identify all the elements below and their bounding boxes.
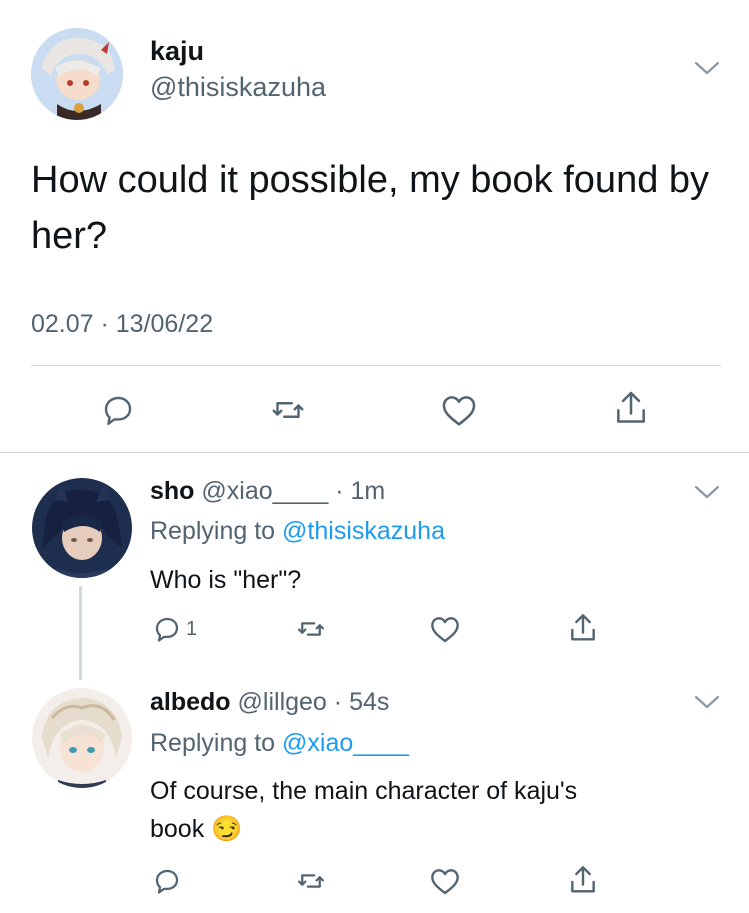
reply-icon	[155, 617, 179, 642]
reply2-handle[interactable]: @lillgeo	[238, 688, 327, 716]
main-handle[interactable]: @thisiskazuha	[150, 72, 326, 103]
reply1-text: Who is "her"?	[150, 566, 302, 594]
like-button[interactable]	[440, 392, 478, 428]
reply2-text-line1: Of course, the main character of kaju's	[150, 777, 578, 805]
like-icon	[431, 617, 459, 643]
chevron-down-icon[interactable]	[694, 694, 720, 710]
reply1-handle[interactable]: @xiao____	[201, 477, 328, 505]
reply1-display-name[interactable]: sho	[150, 477, 194, 505]
reply2-text-line2: book	[150, 815, 205, 843]
albedo-avatar[interactable]	[32, 688, 132, 788]
reply1-like-button[interactable]	[429, 614, 461, 644]
reply2-display-name[interactable]: albedo	[150, 688, 231, 716]
like-icon	[431, 869, 459, 895]
share-icon	[617, 391, 645, 423]
reply1-share-button[interactable]	[567, 611, 599, 645]
reply1-reply-button[interactable]: 1	[152, 614, 197, 644]
reply2-mention-link[interactable]: @xiao____	[282, 729, 409, 757]
retweet-button[interactable]	[270, 392, 306, 428]
reply1-replying-to: Replying to @thisiskazuha	[150, 517, 445, 546]
reply1-time[interactable]: · 1m	[335, 477, 385, 505]
share-icon	[571, 866, 595, 893]
reply2-share-button[interactable]	[567, 863, 599, 897]
reply2-header: albedo @lillgeo · 54s	[150, 688, 389, 717]
main-display-name[interactable]: kaju	[150, 36, 204, 67]
retweet-icon	[298, 874, 324, 888]
reply2-replying-to: Replying to @xiao____	[150, 729, 409, 758]
reply-icon	[104, 396, 132, 425]
reply1-mention-link[interactable]: @thisiskazuha	[282, 517, 445, 545]
retweet-icon	[298, 622, 324, 636]
reply-count: 1	[186, 617, 198, 640]
reply2-like-button[interactable]	[429, 866, 461, 896]
reply1-header: sho @xiao____ · 1m	[150, 477, 385, 506]
sho-avatar[interactable]	[32, 478, 132, 578]
share-icon	[571, 614, 595, 641]
reply-button[interactable]	[100, 392, 136, 428]
reply2-time[interactable]: · 54s	[334, 688, 390, 716]
like-icon	[442, 396, 476, 426]
kaju-avatar[interactable]	[31, 28, 123, 120]
reply2-text-line2-wrap: book 😏	[150, 815, 242, 844]
reply2-retweet-button[interactable]	[296, 866, 326, 896]
share-button[interactable]	[612, 388, 650, 428]
reply-icon	[155, 869, 179, 894]
chevron-down-icon[interactable]	[694, 484, 720, 500]
smirk-emoji-icon: 😏	[211, 815, 243, 843]
reply1-retweet-button[interactable]	[296, 614, 326, 644]
retweet-icon	[272, 402, 304, 418]
divider	[31, 365, 721, 366]
thread-line	[79, 586, 82, 680]
replying-to-label: Replying to	[150, 729, 283, 757]
replying-to-label: Replying to	[150, 517, 283, 545]
reply2-reply-button[interactable]	[152, 866, 182, 896]
main-timestamp[interactable]: 02.07 · 13/06/22	[31, 310, 213, 339]
main-tweet-text: How could it possible, my book found by …	[31, 159, 710, 257]
chevron-down-icon[interactable]	[694, 60, 720, 76]
section-divider	[0, 452, 749, 453]
